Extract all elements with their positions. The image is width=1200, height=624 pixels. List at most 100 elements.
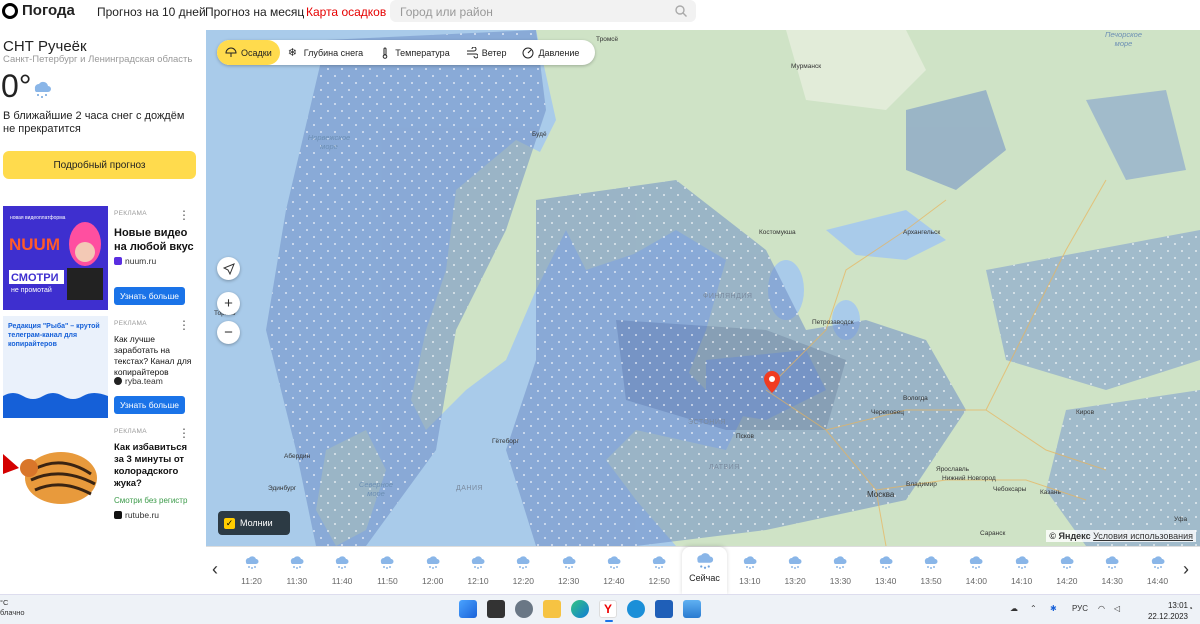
windows-start-icon[interactable] xyxy=(459,600,477,618)
timeline-item[interactable]: 12:30 xyxy=(546,553,591,586)
zoom-out-button[interactable]: − xyxy=(217,321,240,344)
tab-precipitation[interactable]: Осадки xyxy=(217,40,280,65)
tab-pressure[interactable]: Давление xyxy=(514,40,587,65)
timeline-item[interactable]: 14:30 xyxy=(1090,553,1135,586)
timeline-time-label: 11:50 xyxy=(377,576,398,586)
map-label-denmark: ДАНИЯ xyxy=(456,485,484,492)
nav-month[interactable]: Прогноз на месяц xyxy=(205,5,304,19)
map-canvas[interactable] xyxy=(206,30,1200,546)
language-indicator[interactable]: РУС xyxy=(1072,604,1088,613)
timeline-time-label: 14:20 xyxy=(1056,576,1078,586)
sync-app-icon[interactable] xyxy=(627,600,645,618)
volume-icon[interactable]: ◁ xyxy=(1114,604,1120,613)
map-label-bude: Будё xyxy=(532,131,547,138)
ad-domain[interactable]: rutube.ru xyxy=(114,510,159,520)
timeline-item[interactable]: 14:00 xyxy=(954,553,999,586)
edge-browser-icon[interactable] xyxy=(571,600,589,618)
timeline-item-now[interactable]: Сейчас xyxy=(682,547,727,595)
thermometer-icon xyxy=(382,47,388,59)
current-temperature: 0° xyxy=(1,68,32,104)
location-pin-icon[interactable] xyxy=(764,371,780,393)
ad-image-nuum[interactable]: новая видеоплатформа NUUM СМОТРИ не пром… xyxy=(3,206,108,310)
ad-image-ryba[interactable]: Редакция "Рыба" – крутой телеграм-канал … xyxy=(3,316,108,418)
snow-cloud-icon xyxy=(924,556,938,569)
map-label-pskov: Псков xyxy=(736,433,754,440)
system-clock[interactable]: 13:01 22.12.2023 xyxy=(1148,600,1188,622)
timeline-item[interactable]: 11:20 xyxy=(229,553,274,586)
photos-app-icon[interactable] xyxy=(683,600,701,618)
nav-10-days[interactable]: Прогноз на 10 дней xyxy=(97,5,206,19)
timeline-time-label: 11:40 xyxy=(331,576,353,586)
file-explorer-icon[interactable] xyxy=(543,600,561,618)
timeline-item[interactable]: 12:50 xyxy=(637,553,682,586)
ad-title[interactable]: Как лучше заработать на текстах? Канал д… xyxy=(114,334,194,378)
weather-description: В ближайшие 2 часа снег с дождём не прек… xyxy=(3,110,185,135)
ad-rutube[interactable]: РЕКЛАМА ⋮ Как избавиться за 3 минуты от … xyxy=(3,424,196,524)
settings-gear-icon[interactable] xyxy=(515,600,533,618)
timeline-item[interactable]: 12:40 xyxy=(591,553,636,586)
precipitation-map[interactable]: Мурманск Тромсё Будё Костомукша Архангел… xyxy=(206,30,1200,546)
ad-title[interactable]: Как избавиться за 3 минуты от колорадско… xyxy=(114,442,194,490)
sidebar: СНТ Ручеёк Санкт-Петербург и Ленинградск… xyxy=(0,30,205,596)
geolocation-button[interactable] xyxy=(217,257,240,280)
timeline-item[interactable]: 11:50 xyxy=(365,553,410,586)
cloud-icon[interactable]: ☁ xyxy=(1010,604,1018,613)
ad-title[interactable]: Новые видео на любой вкус xyxy=(114,226,194,254)
bluetooth-icon[interactable]: ✱ xyxy=(1050,604,1057,613)
tab-snow-depth[interactable]: ❄ Глубина снега xyxy=(280,40,371,65)
ad-menu-icon[interactable]: ⋮ xyxy=(178,318,190,332)
timeline-item[interactable]: 13:10 xyxy=(727,553,772,586)
tab-temperature[interactable]: Температура xyxy=(371,40,458,65)
taskbar-weather[interactable]: °C блачно xyxy=(0,598,25,618)
search-input[interactable]: Город или район xyxy=(390,0,696,22)
timeline-item[interactable]: 13:20 xyxy=(773,553,818,586)
chevron-up-icon[interactable]: ⌃ xyxy=(1030,604,1037,613)
timeline-item[interactable]: 11:40 xyxy=(320,553,365,586)
navigation-arrow-icon xyxy=(222,262,235,275)
task-view-icon[interactable] xyxy=(487,600,505,618)
timeline-item[interactable]: 14:40 xyxy=(1135,553,1180,586)
timeline-item[interactable]: 12:10 xyxy=(456,553,501,586)
timeline-item[interactable]: 12:20 xyxy=(501,553,546,586)
wifi-icon[interactable]: ◠ xyxy=(1098,604,1105,613)
timeline-item[interactable]: 13:50 xyxy=(909,553,954,586)
ad-ryba[interactable]: Редакция "Рыба" – крутой телеграм-канал … xyxy=(3,316,196,420)
terms-link[interactable]: Условия использования xyxy=(1093,531,1193,541)
ad-menu-icon[interactable]: ⋮ xyxy=(178,426,190,440)
search-icon[interactable] xyxy=(674,4,688,18)
ad-domain[interactable]: ryba.team xyxy=(114,376,163,386)
detailed-forecast-button[interactable]: Подробный прогноз xyxy=(3,151,196,179)
nav-precipitation-map[interactable]: Карта осадков xyxy=(306,5,386,19)
tab-wind[interactable]: Ветер xyxy=(458,40,515,65)
ad-nuum[interactable]: новая видеоплатформа NUUM СМОТРИ не пром… xyxy=(3,206,196,312)
timeline-item[interactable]: 13:40 xyxy=(863,553,908,586)
map-label-estonia: ЭСТОНИЯ xyxy=(688,419,726,426)
timeline-next-icon[interactable]: › xyxy=(1183,559,1189,580)
yandex-browser-icon[interactable]: Y xyxy=(599,600,617,622)
checkbox-checked-icon[interactable]: ✓ xyxy=(224,517,235,529)
map-label-saransk: Саранск xyxy=(980,530,1006,537)
nuum-favicon-icon xyxy=(114,257,122,265)
timeline-item[interactable]: 11:30 xyxy=(274,553,319,586)
timeline-item[interactable]: 13:30 xyxy=(818,553,863,586)
lightning-toggle[interactable]: ✓ Молнии xyxy=(218,511,290,535)
location-region: Санкт-Петербург и Ленинградская область xyxy=(3,54,193,65)
ad-domain[interactable]: nuum.ru xyxy=(114,256,156,266)
time-slider[interactable]: ‹ 11:20 11:30 11:40 11:50 12:00 12:10 12:20 12:… xyxy=(206,546,1200,595)
timeline-item[interactable]: 14:20 xyxy=(1044,553,1089,586)
remote-desktop-icon[interactable] xyxy=(655,600,673,618)
ad-menu-icon[interactable]: ⋮ xyxy=(178,208,190,222)
ad-learn-more-button[interactable]: Узнать больше xyxy=(114,396,185,414)
ad-learn-more-button[interactable]: Узнать больше xyxy=(114,287,185,305)
timeline-prev-icon[interactable]: ‹ xyxy=(212,559,218,580)
snow-cloud-icon xyxy=(290,556,304,569)
ad-subtitle[interactable]: Смотри без регистр xyxy=(114,496,187,505)
timeline-item[interactable]: 14:10 xyxy=(999,553,1044,586)
ad-image-beetle[interactable] xyxy=(3,424,108,522)
notifications-bell-icon[interactable]: ◔ xyxy=(1188,604,1193,613)
zoom-in-button[interactable]: + xyxy=(217,292,240,315)
logo[interactable]: Погода xyxy=(2,2,75,19)
snow-cloud-icon xyxy=(1015,556,1029,569)
timeline-item[interactable]: 12:00 xyxy=(410,553,455,586)
snow-cloud-icon xyxy=(426,556,440,569)
